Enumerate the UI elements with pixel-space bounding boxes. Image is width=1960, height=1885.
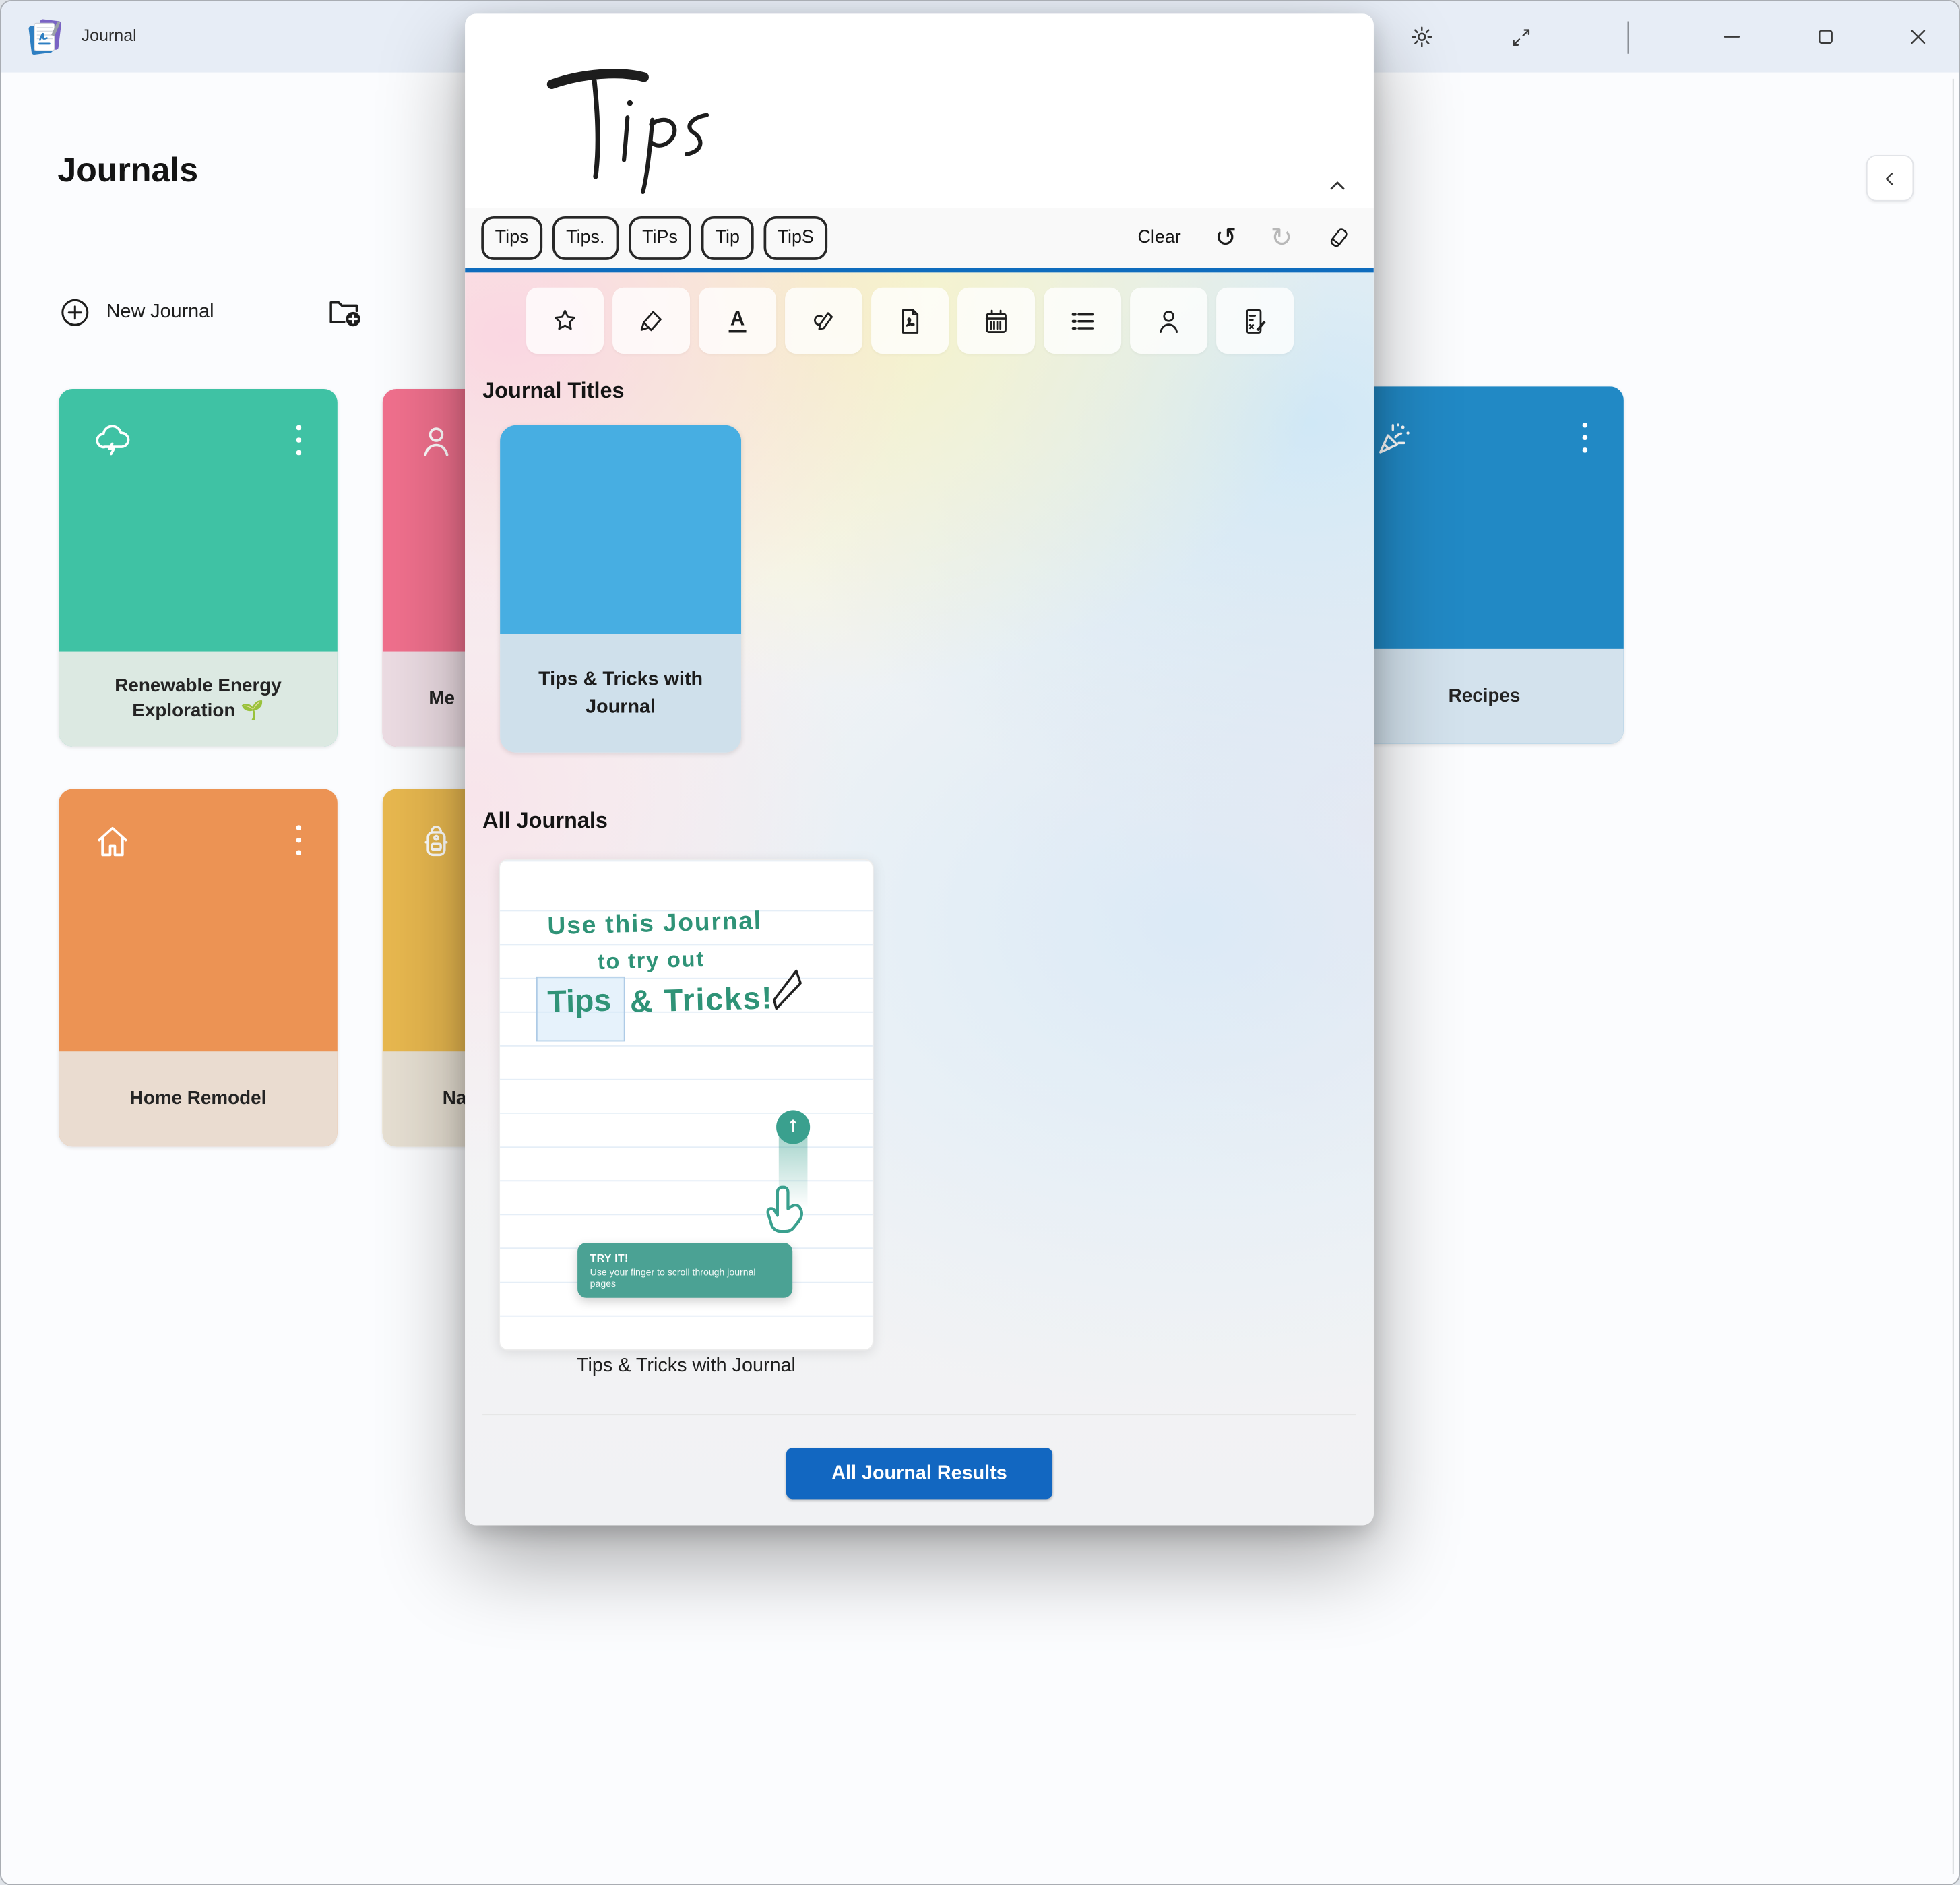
pdf-file-icon [895,306,925,336]
new-journal-label: New Journal [106,301,214,323]
fullscreen-expand-icon[interactable] [1498,1,1544,73]
journal-card-home-remodel[interactable]: Home Remodel [59,789,338,1147]
handwritten-query-ink [538,56,763,196]
page-handwriting-line1: Use this Journal [547,907,762,941]
search-match-word: Tips [547,983,612,1021]
pdf-filter-button[interactable] [871,288,949,354]
ink-pen-icon [809,306,839,336]
journal-card-renewable-energy[interactable]: Renewable Energy Exploration 🌱 [59,389,338,747]
try-it-tooltip: TRY IT! Use your finger to scroll throug… [577,1243,792,1298]
person-icon [416,421,456,461]
search-results-area: A [465,272,1374,1525]
page-title: Journals [57,151,198,190]
card-menu-kebab-icon[interactable] [290,421,307,459]
titlebar-divider [1627,22,1629,54]
suggestion-chip[interactable]: Tips. [552,216,619,259]
redo-icon: ↻ [1271,224,1293,251]
page-result-caption: Tips & Tricks with Journal [499,1355,874,1378]
star-icon [550,306,580,336]
notes-pen-icon [1240,306,1270,336]
undo-icon[interactable]: ↺ [1215,224,1237,251]
corrections-filter-button[interactable] [1216,288,1294,354]
suggestion-chip[interactable]: TipS [763,216,827,259]
maximize-button[interactable] [1802,1,1847,73]
pointing-hand-icon [763,1183,815,1247]
journal-page-result-preview[interactable]: Use this Journal to try out Tips & Trick… [499,859,874,1351]
handwriting-input-area[interactable]: Tips [465,13,1374,208]
list-filter-button[interactable] [1044,288,1121,354]
all-journal-results-button[interactable]: All Journal Results [786,1448,1052,1499]
handwritten-query-text: Tips [465,13,466,15]
journal-card-label: Renewable Energy Exploration 🌱 [59,652,338,747]
collapse-overlay-button[interactable] [1319,168,1356,206]
calendar-icon [981,306,1011,336]
accent-divider [465,268,1374,272]
suggestion-chip[interactable]: Tips [481,216,542,259]
scroll-up-indicator: ↑ [776,1110,810,1144]
minimize-button[interactable] [1709,1,1754,73]
search-filter-toolbar: A [526,288,1294,354]
new-folder-icon[interactable] [326,294,364,332]
section-heading-journal-titles: Journal Titles [482,377,625,404]
calendar-filter-button[interactable] [957,288,1035,354]
results-divider [482,1414,1356,1415]
highlighter-icon [636,306,666,336]
journal-title-result-card[interactable]: Tips & Tricks with Journal [500,425,741,753]
backpack-icon [416,822,456,861]
highlighter-filter-button[interactable] [612,288,690,354]
eraser-icon[interactable] [1326,225,1351,250]
person-icon [1153,306,1184,336]
text-icon: A [729,308,746,333]
app-title: Journal [82,26,137,45]
plus-circle-icon [59,297,91,329]
settings-gear-icon[interactable] [1399,1,1444,73]
bulleted-list-icon [1067,306,1098,336]
handwriting-search-overlay: Tips Tips Tips. TiPs Tip TipS Clear [465,13,1374,1525]
people-filter-button[interactable] [1130,288,1207,354]
window-scrollbar[interactable] [1952,79,1954,1874]
journal-card-label: Recipes [1345,649,1624,744]
close-button[interactable] [1895,1,1940,73]
chevron-left-icon [1880,168,1900,189]
section-heading-all-journals: All Journals [482,807,608,834]
page-handwriting-line2: to try out [597,946,705,975]
suggestion-chip[interactable]: TiPs [629,216,692,259]
page-handwriting-line3: & Tricks! [629,981,773,1020]
new-journal-button[interactable]: New Journal [59,297,214,329]
journal-title-result-cover [500,425,741,634]
clear-button[interactable]: Clear [1137,228,1180,248]
text-filter-button[interactable]: A [699,288,776,354]
collapse-panel-chevron-left-button[interactable] [1866,155,1914,202]
journal-card-label: Home Remodel [59,1051,338,1146]
journal-title-result-label: Tips & Tricks with Journal [500,634,741,753]
journal-card-recipes[interactable]: Recipes [1345,386,1624,744]
ink-filter-button[interactable] [785,288,862,354]
tooltip-body: Use your finger to scroll through journa… [590,1266,780,1289]
journal-app-window: Journal Journals New Journal [0,0,1960,1885]
suggestion-bar: Tips Tips. TiPs Tip TipS Clear ↺ ↻ [465,208,1374,268]
suggestion-chip[interactable]: Tip [701,216,753,259]
celebration-icon [1374,419,1414,458]
cloud-lightning-icon [92,421,132,461]
journal-app-icon [26,18,64,57]
card-menu-kebab-icon[interactable] [1576,419,1593,456]
up-arrow-icon: ↑ [786,1118,800,1137]
home-icon [92,822,132,861]
chevron-up-icon [1326,175,1348,197]
card-menu-kebab-icon[interactable] [290,822,307,859]
favorites-filter-button[interactable] [526,288,604,354]
tooltip-title: TRY IT! [590,1251,780,1264]
